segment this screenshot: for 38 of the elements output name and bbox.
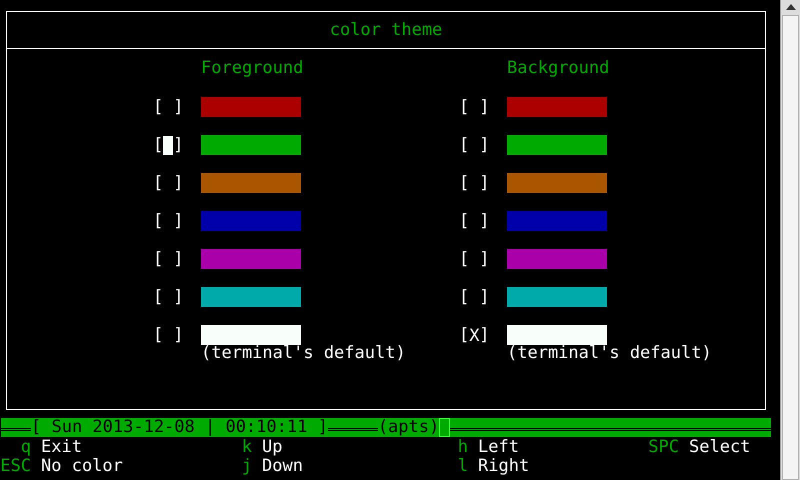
checkbox[interactable]: [ ] <box>459 211 489 231</box>
window-title: color theme <box>330 20 442 40</box>
checkbox[interactable]: [ ] <box>153 173 183 193</box>
shortcut-action: Up <box>262 438 282 457</box>
checkbox[interactable]: [ ] <box>153 135 183 155</box>
checkbox[interactable]: [ ] <box>153 97 183 117</box>
shortcut-action: No color <box>41 457 123 476</box>
scroll-up-icon[interactable] <box>784 2 798 12</box>
checkbox[interactable]: [ ] <box>459 97 489 117</box>
scrollbar[interactable] <box>780 0 800 480</box>
checkbox[interactable]: [ ] <box>153 287 183 307</box>
shortcut-action: Down <box>262 457 303 476</box>
checkbox[interactable]: [ ] <box>153 325 183 345</box>
checkbox[interactable]: [ ] <box>459 249 489 269</box>
option-label: (terminal's default) <box>507 343 712 363</box>
shortcut-key: l <box>437 457 468 476</box>
checkbox[interactable]: [X] <box>459 325 489 345</box>
checkbox[interactable]: [ ] <box>153 211 183 231</box>
date-time: [ Sun 2013-12-08 | 00:10:11 ] <box>31 418 328 437</box>
shortcut-action: Left <box>478 438 519 457</box>
option-label: (terminal's default) <box>201 343 406 363</box>
mode-label: (apts) <box>378 418 440 437</box>
shortcut-key: k <box>221 438 252 457</box>
checkbox[interactable]: [ ] <box>153 249 183 269</box>
shortcut-key: SPC <box>648 438 679 457</box>
shortcut-key: ESC <box>0 457 31 476</box>
shortcut-key: h <box>437 438 468 457</box>
shortcut-action: Right <box>478 457 530 476</box>
shortcut-action: Exit <box>41 438 82 457</box>
shortcut-key: j <box>221 457 252 476</box>
checkbox[interactable]: [ ] <box>459 173 489 193</box>
column-heading: Foreground <box>201 59 301 78</box>
shortcut-key: q <box>0 438 31 457</box>
shortcut-action: Select <box>689 438 750 457</box>
scroll-thumb[interactable] <box>782 14 799 480</box>
checkbox[interactable]: [ ] <box>459 135 489 155</box>
checkbox[interactable]: [ ] <box>459 287 489 307</box>
column-heading: Background <box>507 59 607 78</box>
